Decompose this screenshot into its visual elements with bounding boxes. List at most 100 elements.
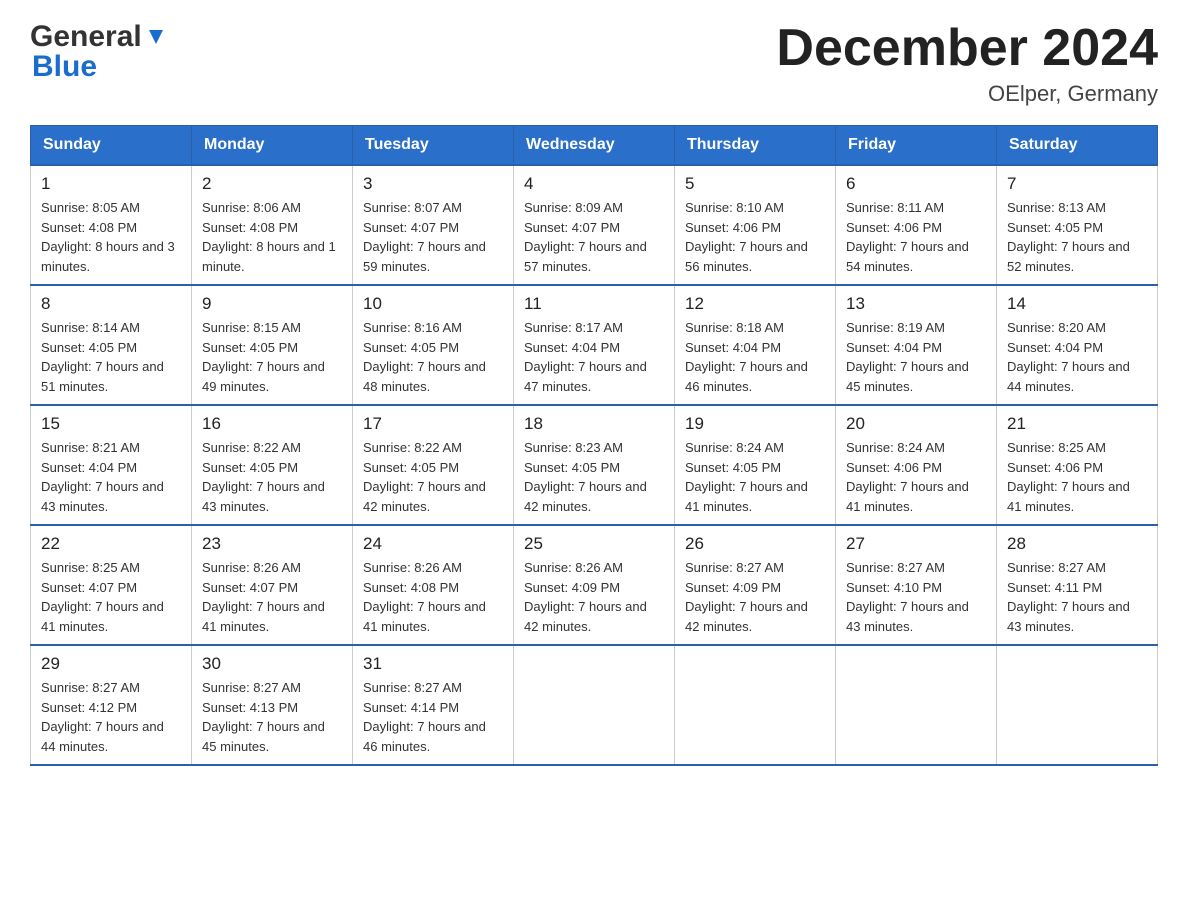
day-info: Sunrise: 8:16 AMSunset: 4:05 PMDaylight:…	[363, 318, 503, 396]
day-info: Sunrise: 8:13 AMSunset: 4:05 PMDaylight:…	[1007, 198, 1147, 276]
table-row	[514, 645, 675, 765]
day-number: 11	[524, 294, 664, 314]
day-number: 26	[685, 534, 825, 554]
day-number: 15	[41, 414, 181, 434]
day-info: Sunrise: 8:19 AMSunset: 4:04 PMDaylight:…	[846, 318, 986, 396]
calendar-week-row: 29 Sunrise: 8:27 AMSunset: 4:12 PMDayligh…	[31, 645, 1158, 765]
table-row: 12 Sunrise: 8:18 AMSunset: 4:04 PMDayligh…	[675, 285, 836, 405]
day-info: Sunrise: 8:23 AMSunset: 4:05 PMDaylight:…	[524, 438, 664, 516]
day-number: 31	[363, 654, 503, 674]
table-row: 8 Sunrise: 8:14 AMSunset: 4:05 PMDaylight…	[31, 285, 192, 405]
table-row: 23Sunrise: 8:26 AMSunset: 4:07 PMDayligh…	[192, 525, 353, 645]
day-info: Sunrise: 8:14 AMSunset: 4:05 PMDaylight:…	[41, 318, 181, 396]
day-info: Sunrise: 8:27 AMSunset: 4:10 PMDaylight:…	[846, 558, 986, 636]
day-info: Sunrise: 8:15 AMSunset: 4:05 PMDaylight:…	[202, 318, 342, 396]
day-number: 22	[41, 534, 181, 554]
day-info: Sunrise: 8:18 AMSunset: 4:04 PMDaylight:…	[685, 318, 825, 396]
day-number: 3	[363, 174, 503, 194]
day-info: Sunrise: 8:27 AMSunset: 4:12 PMDaylight:…	[41, 678, 181, 756]
day-number: 30	[202, 654, 342, 674]
table-row: 11 Sunrise: 8:17 AMSunset: 4:04 PMDayligh…	[514, 285, 675, 405]
day-number: 29	[41, 654, 181, 674]
day-number: 6	[846, 174, 986, 194]
table-row: 16 Sunrise: 8:22 AMSunset: 4:05 PMDayligh…	[192, 405, 353, 525]
logo-triangle-icon	[145, 26, 167, 48]
day-info: Sunrise: 8:27 AMSunset: 4:14 PMDaylight:…	[363, 678, 503, 756]
col-friday: Friday	[836, 126, 997, 166]
day-number: 21	[1007, 414, 1147, 434]
logo-general: General	[30, 20, 142, 54]
day-number: 10	[363, 294, 503, 314]
table-row: 28 Sunrise: 8:27 AMSunset: 4:11 PMDayligh…	[997, 525, 1158, 645]
table-row: 9Sunrise: 8:15 AMSunset: 4:05 PMDaylight…	[192, 285, 353, 405]
table-row: 14 Sunrise: 8:20 AMSunset: 4:04 PMDayligh…	[997, 285, 1158, 405]
calendar-week-row: 15 Sunrise: 8:21 AMSunset: 4:04 PMDayligh…	[31, 405, 1158, 525]
day-number: 1	[41, 174, 181, 194]
month-title: December 2024	[776, 20, 1158, 77]
table-row: 17Sunrise: 8:22 AMSunset: 4:05 PMDayligh…	[353, 405, 514, 525]
day-number: 19	[685, 414, 825, 434]
calendar-table: Sunday Monday Tuesday Wednesday Thursday…	[30, 125, 1158, 766]
table-row: 6 Sunrise: 8:11 AMSunset: 4:06 PMDaylight…	[836, 165, 997, 285]
col-saturday: Saturday	[997, 126, 1158, 166]
location: OElper, Germany	[776, 81, 1158, 107]
table-row	[997, 645, 1158, 765]
day-info: Sunrise: 8:21 AMSunset: 4:04 PMDaylight:…	[41, 438, 181, 516]
day-info: Sunrise: 8:24 AMSunset: 4:05 PMDaylight:…	[685, 438, 825, 516]
table-row: 24Sunrise: 8:26 AMSunset: 4:08 PMDayligh…	[353, 525, 514, 645]
logo: General Blue	[30, 20, 167, 84]
day-info: Sunrise: 8:06 AMSunset: 4:08 PMDaylight:…	[202, 198, 342, 276]
day-info: Sunrise: 8:26 AMSunset: 4:09 PMDaylight:…	[524, 558, 664, 636]
day-info: Sunrise: 8:07 AMSunset: 4:07 PMDaylight:…	[363, 198, 503, 276]
day-number: 7	[1007, 174, 1147, 194]
calendar-week-row: 8 Sunrise: 8:14 AMSunset: 4:05 PMDaylight…	[31, 285, 1158, 405]
day-number: 14	[1007, 294, 1147, 314]
table-row: 2 Sunrise: 8:06 AMSunset: 4:08 PMDaylight…	[192, 165, 353, 285]
table-row: 27Sunrise: 8:27 AMSunset: 4:10 PMDayligh…	[836, 525, 997, 645]
day-number: 18	[524, 414, 664, 434]
table-row: 30 Sunrise: 8:27 AMSunset: 4:13 PMDayligh…	[192, 645, 353, 765]
day-number: 28	[1007, 534, 1147, 554]
table-row: 4Sunrise: 8:09 AMSunset: 4:07 PMDaylight…	[514, 165, 675, 285]
table-row	[836, 645, 997, 765]
table-row: 22 Sunrise: 8:25 AMSunset: 4:07 PMDayligh…	[31, 525, 192, 645]
table-row: 19 Sunrise: 8:24 AMSunset: 4:05 PMDayligh…	[675, 405, 836, 525]
day-number: 12	[685, 294, 825, 314]
table-row: 31 Sunrise: 8:27 AMSunset: 4:14 PMDayligh…	[353, 645, 514, 765]
table-row: 3 Sunrise: 8:07 AMSunset: 4:07 PMDaylight…	[353, 165, 514, 285]
day-info: Sunrise: 8:25 AMSunset: 4:07 PMDaylight:…	[41, 558, 181, 636]
day-info: Sunrise: 8:27 AMSunset: 4:11 PMDaylight:…	[1007, 558, 1147, 636]
day-number: 24	[363, 534, 503, 554]
day-number: 13	[846, 294, 986, 314]
day-number: 2	[202, 174, 342, 194]
day-info: Sunrise: 8:20 AMSunset: 4:04 PMDaylight:…	[1007, 318, 1147, 396]
table-row: 21 Sunrise: 8:25 AMSunset: 4:06 PMDayligh…	[997, 405, 1158, 525]
table-row: 7 Sunrise: 8:13 AMSunset: 4:05 PMDaylight…	[997, 165, 1158, 285]
col-sunday: Sunday	[31, 126, 192, 166]
page-header: General Blue December 2024 OElper, Germa…	[30, 20, 1158, 107]
day-number: 23	[202, 534, 342, 554]
day-info: Sunrise: 8:22 AMSunset: 4:05 PMDaylight:…	[202, 438, 342, 516]
day-info: Sunrise: 8:25 AMSunset: 4:06 PMDaylight:…	[1007, 438, 1147, 516]
col-monday: Monday	[192, 126, 353, 166]
day-info: Sunrise: 8:10 AMSunset: 4:06 PMDaylight:…	[685, 198, 825, 276]
table-row: 20Sunrise: 8:24 AMSunset: 4:06 PMDayligh…	[836, 405, 997, 525]
table-row: 10 Sunrise: 8:16 AMSunset: 4:05 PMDayligh…	[353, 285, 514, 405]
col-thursday: Thursday	[675, 126, 836, 166]
table-row: 1Sunrise: 8:05 AMSunset: 4:08 PMDaylight…	[31, 165, 192, 285]
table-row: 13 Sunrise: 8:19 AMSunset: 4:04 PMDayligh…	[836, 285, 997, 405]
logo-top-row: General	[30, 20, 167, 54]
day-number: 4	[524, 174, 664, 194]
table-row: 5Sunrise: 8:10 AMSunset: 4:06 PMDaylight…	[675, 165, 836, 285]
table-row: 29 Sunrise: 8:27 AMSunset: 4:12 PMDayligh…	[31, 645, 192, 765]
col-tuesday: Tuesday	[353, 126, 514, 166]
day-number: 8	[41, 294, 181, 314]
day-number: 25	[524, 534, 664, 554]
day-info: Sunrise: 8:11 AMSunset: 4:06 PMDaylight:…	[846, 198, 986, 276]
day-number: 16	[202, 414, 342, 434]
day-info: Sunrise: 8:27 AMSunset: 4:13 PMDaylight:…	[202, 678, 342, 756]
day-info: Sunrise: 8:17 AMSunset: 4:04 PMDaylight:…	[524, 318, 664, 396]
calendar-week-row: 1Sunrise: 8:05 AMSunset: 4:08 PMDaylight…	[31, 165, 1158, 285]
col-wednesday: Wednesday	[514, 126, 675, 166]
calendar-header-row: Sunday Monday Tuesday Wednesday Thursday…	[31, 126, 1158, 166]
